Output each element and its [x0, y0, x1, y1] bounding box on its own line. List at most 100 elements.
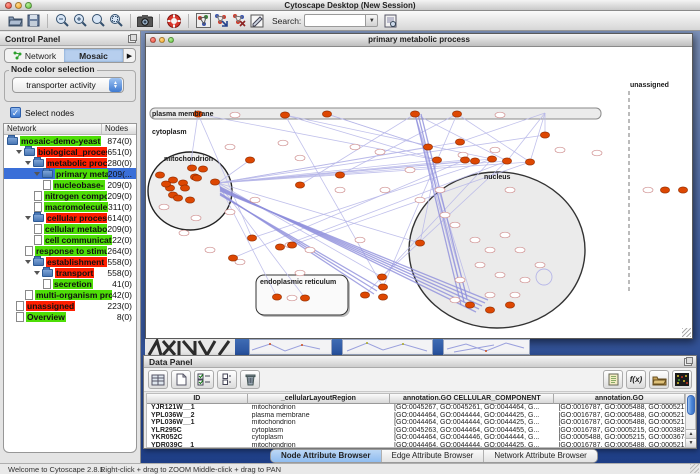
tree-column-nodes[interactable]: Nodes — [102, 124, 136, 134]
network-node[interactable] — [228, 255, 237, 261]
disclosure-triangle-icon[interactable] — [25, 260, 31, 264]
tab-edge-attribute-browser[interactable]: Edge Attribute Browser — [382, 450, 485, 462]
node-label-oval[interactable] — [535, 262, 545, 268]
delete-attribute-icon[interactable] — [240, 370, 260, 389]
tab-overflow-arrow-icon[interactable]: ▶ — [123, 49, 135, 62]
disclosure-triangle-icon[interactable] — [25, 216, 31, 220]
import-attributes-icon[interactable] — [649, 370, 669, 389]
network-node[interactable] — [300, 295, 309, 301]
network-node[interactable] — [360, 292, 369, 298]
open-folder-icon[interactable] — [6, 12, 24, 29]
node-label-oval[interactable] — [455, 277, 465, 283]
network-node[interactable] — [245, 157, 254, 163]
node-label-oval[interactable] — [643, 187, 653, 193]
help-lifering-icon[interactable] — [165, 12, 183, 29]
tab-network[interactable]: Network — [5, 49, 64, 62]
network-view-icon[interactable] — [194, 12, 212, 29]
table-row[interactable]: YJR121W__1mitochondrion[GO:0045267, GO:0… — [147, 404, 685, 412]
network-node[interactable] — [502, 158, 511, 164]
annotation-icon[interactable] — [248, 12, 266, 29]
tree-row[interactable]: metabolic process280(0) — [4, 157, 136, 168]
table-vertical-scrollbar[interactable]: ▲ ▼ — [685, 393, 696, 448]
network-node[interactable] — [540, 132, 549, 138]
disclosure-triangle-icon[interactable] — [16, 150, 22, 154]
node-label-oval[interactable] — [470, 237, 480, 243]
table-row[interactable]: YKR052Ccytoplasm[GO:0044464, GO:0044446,… — [147, 434, 685, 442]
network-node[interactable] — [465, 302, 474, 308]
node-label-oval[interactable] — [495, 272, 505, 278]
network-node[interactable] — [287, 242, 296, 248]
network-node[interactable] — [487, 156, 496, 162]
network-node[interactable] — [660, 187, 669, 193]
node-label-oval[interactable] — [375, 149, 385, 155]
network-node[interactable] — [410, 111, 419, 117]
network-node[interactable] — [485, 307, 494, 313]
node-label-oval[interactable] — [355, 237, 365, 243]
node-label-oval[interactable] — [350, 144, 360, 150]
node-label-oval[interactable] — [225, 144, 235, 150]
tree-row[interactable]: biological_process651(0) — [4, 146, 136, 157]
table-column-header[interactable]: _cellularLayoutRegion — [248, 394, 390, 404]
network-node[interactable] — [335, 172, 344, 178]
node-label-oval[interactable] — [475, 262, 485, 268]
disclosure-triangle-icon[interactable] — [34, 271, 40, 275]
node-label-oval[interactable] — [435, 187, 445, 193]
tab-node-attribute-browser[interactable]: Node Attribute Browser — [271, 450, 382, 462]
float-panel-icon[interactable] — [684, 358, 692, 366]
network-node[interactable] — [161, 181, 170, 187]
network-node[interactable] — [272, 294, 281, 300]
search-options-icon[interactable] — [382, 12, 400, 29]
node-label-oval[interactable] — [450, 222, 460, 228]
network-node[interactable] — [378, 284, 387, 290]
zoom-selected-icon[interactable] — [107, 12, 125, 29]
network-node[interactable] — [452, 111, 461, 117]
table-row[interactable]: YLR295Ccytoplasm[GO:0045263, GO:0044464,… — [147, 427, 685, 435]
node-label-oval[interactable] — [450, 297, 460, 303]
network-node[interactable] — [678, 187, 687, 193]
node-label-oval[interactable] — [505, 187, 515, 193]
network-node[interactable] — [192, 175, 201, 181]
tree-row[interactable]: nitrogen compo209(0) — [4, 190, 136, 201]
create-view-icon[interactable] — [212, 12, 230, 29]
float-panel-icon[interactable] — [128, 35, 136, 43]
unselect-attributes-icon[interactable] — [217, 370, 237, 389]
node-label-oval[interactable] — [515, 247, 525, 253]
network-node[interactable] — [185, 197, 194, 203]
node-label-oval[interactable] — [305, 247, 315, 253]
disclosure-triangle-icon[interactable] — [25, 161, 31, 165]
node-label-oval[interactable] — [191, 215, 201, 221]
node-label-oval[interactable] — [510, 292, 520, 298]
network-node[interactable] — [187, 165, 196, 171]
network-node[interactable] — [432, 157, 441, 163]
table-row[interactable]: YPL036W__2plasma membrane[GO:0044464, GO… — [147, 412, 685, 420]
scrollbar-thumb[interactable] — [687, 395, 695, 415]
tree-row[interactable]: Overview8(0) — [4, 311, 136, 322]
formula-icon[interactable]: f(x) — [626, 370, 646, 389]
node-label-oval[interactable] — [440, 212, 450, 218]
network-node[interactable] — [173, 195, 182, 201]
search-dropdown-arrow-icon[interactable]: ▼ — [366, 14, 378, 27]
tree-row[interactable]: multi-organism pro42(0) — [4, 289, 136, 300]
table-column-header[interactable]: ID — [147, 394, 248, 404]
network-node[interactable] — [455, 139, 464, 145]
tab-mosaic[interactable]: Mosaic — [64, 49, 123, 62]
tab-network-attribute-browser[interactable]: Network Attribute Browser — [484, 450, 596, 462]
node-label-oval[interactable] — [230, 112, 240, 118]
frame-resize-grip[interactable] — [682, 328, 691, 337]
node-label-oval[interactable] — [500, 232, 510, 238]
network-node[interactable] — [198, 166, 207, 172]
destroy-view-icon[interactable] — [230, 12, 248, 29]
network-node[interactable] — [295, 182, 304, 188]
window-titlebar[interactable]: Cytoscape Desktop (New Session) — [0, 0, 700, 11]
network-node[interactable] — [423, 144, 432, 150]
node-label-oval[interactable] — [225, 209, 235, 215]
tree-column-network[interactable]: Network — [4, 124, 102, 134]
network-node[interactable] — [210, 179, 219, 185]
network-node[interactable] — [280, 112, 289, 118]
attribute-list-icon[interactable] — [603, 370, 623, 389]
network-node[interactable] — [180, 185, 189, 191]
node-label-oval[interactable] — [295, 270, 305, 276]
network-node[interactable] — [155, 172, 164, 178]
node-label-oval[interactable] — [205, 247, 215, 253]
network-node[interactable] — [275, 244, 284, 250]
